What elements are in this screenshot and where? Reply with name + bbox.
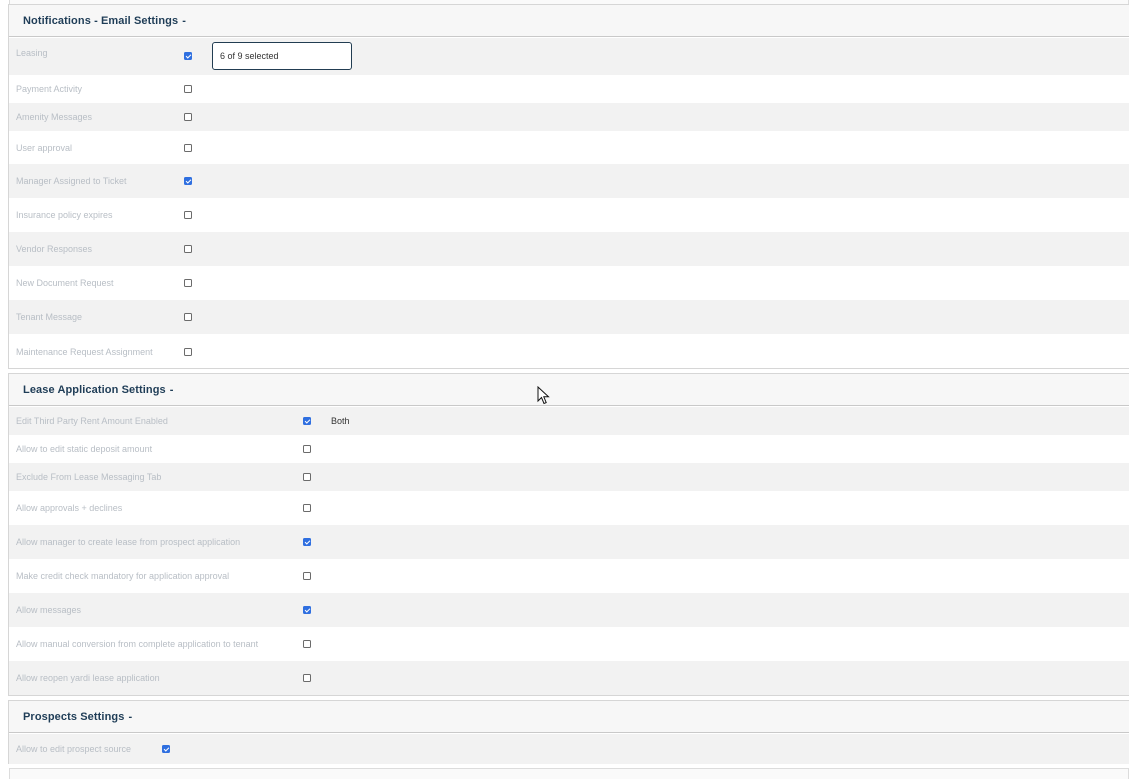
- setting-row-make-credit-check-mandatory-for-application-approval: Make credit check mandatory for applicat…: [9, 559, 1129, 593]
- setting-row-allow-manager-to-create-lease-from-prospect-application: Allow manager to create lease from prosp…: [9, 525, 1129, 559]
- setting-row-allow-to-edit-static-deposit-amount: Allow to edit static deposit amount: [9, 435, 1129, 463]
- setting-label: Vendor Responses: [16, 244, 93, 254]
- setting-label: Allow reopen yardi lease application: [16, 673, 160, 683]
- setting-row-maintenance-request-assignment: Maintenance Request Assignment: [9, 334, 1129, 370]
- setting-label: Make credit check mandatory for applicat…: [16, 571, 230, 581]
- setting-label: Maintenance Request Assignment: [16, 347, 153, 357]
- notifications-email-settings-panel: Notifications - Email Settings - Leasing…: [8, 4, 1129, 369]
- setting-label: Insurance policy expires: [16, 210, 113, 220]
- lease-application-section-title: Lease Application Settings: [23, 383, 166, 396]
- setting-row-insurance-policy-expires: Insurance policy expires: [9, 198, 1129, 232]
- notifications-section-header[interactable]: Notifications - Email Settings -: [9, 5, 1129, 37]
- checkbox-manager-assigned-to-ticket[interactable]: [184, 177, 192, 185]
- setting-row-payment-activity: Payment Activity: [9, 75, 1129, 103]
- setting-row-manager-assigned-to-ticket: Manager Assigned to Ticket: [9, 164, 1129, 198]
- setting-row-allow-to-edit-prospect-source: Allow to edit prospect source: [9, 734, 1129, 764]
- lease-application-collapse-toggle[interactable]: -: [170, 384, 174, 396]
- setting-label: Allow manual conversion from complete ap…: [16, 639, 259, 649]
- setting-row-user-approval: User approval: [9, 131, 1129, 164]
- setting-row-edit-third-party-rent-amount-enabled: Edit Third Party Rent Amount Enabled Both: [9, 407, 1129, 435]
- next-section-edge: [9, 768, 1129, 779]
- setting-row-leasing: Leasing 6 of 9 selected: [9, 38, 1129, 75]
- prospects-section-header[interactable]: Prospects Settings -: [9, 701, 1129, 733]
- prospects-settings-panel: Prospects Settings - Allow to edit prosp…: [8, 700, 1129, 764]
- setting-label: Manager Assigned to Ticket: [16, 176, 127, 186]
- leasing-recipients-multiselect[interactable]: 6 of 9 selected: [212, 42, 352, 70]
- checkbox-insurance-policy-expires[interactable]: [184, 211, 192, 219]
- checkbox-amenity-messages[interactable]: [184, 113, 192, 121]
- checkbox-tenant-message[interactable]: [184, 313, 192, 321]
- checkbox-allow-manager-to-create-lease-from-prospect-application[interactable]: [303, 538, 311, 546]
- setting-row-allow-messages: Allow messages: [9, 593, 1129, 627]
- setting-label: New Document Request: [16, 278, 114, 288]
- checkbox-new-document-request[interactable]: [184, 279, 192, 287]
- checkbox-vendor-responses[interactable]: [184, 245, 192, 253]
- notifications-collapse-toggle[interactable]: -: [182, 15, 186, 27]
- setting-label: Payment Activity: [16, 84, 83, 94]
- setting-row-tenant-message: Tenant Message: [9, 300, 1129, 334]
- setting-label: Amenity Messages: [16, 112, 93, 122]
- checkbox-allow-manual-conversion-from-complete-application-to-tenant[interactable]: [303, 640, 311, 648]
- setting-label: Tenant Message: [16, 312, 83, 322]
- setting-row-exclude-from-lease-messaging-tab: Exclude From Lease Messaging Tab: [9, 463, 1129, 491]
- setting-row-amenity-messages: Amenity Messages: [9, 103, 1129, 131]
- lease-application-settings-panel: Lease Application Settings - Edit Third …: [8, 373, 1129, 696]
- checkbox-make-credit-check-mandatory-for-application-approval[interactable]: [303, 572, 311, 580]
- prospects-section-title: Prospects Settings: [23, 710, 125, 723]
- setting-label: Allow manager to create lease from prosp…: [16, 537, 241, 547]
- setting-label: User approval: [16, 142, 73, 153]
- checkbox-user-approval[interactable]: [184, 143, 192, 152]
- checkbox-allow-approvals-declines[interactable]: [303, 504, 311, 512]
- setting-label: Edit Third Party Rent Amount Enabled: [16, 416, 168, 426]
- notifications-section-title: Notifications - Email Settings: [23, 14, 179, 27]
- checkbox-exclude-from-lease-messaging-tab[interactable]: [303, 473, 311, 481]
- checkbox-allow-reopen-yardi-lease-application[interactable]: [303, 674, 311, 682]
- checkbox-leasing[interactable]: [184, 52, 192, 60]
- third-party-rent-mode-value: Both: [331, 416, 350, 426]
- setting-row-allow-manual-conversion-from-complete-application-to-tenant: Allow manual conversion from complete ap…: [9, 627, 1129, 661]
- setting-row-allow-reopen-yardi-lease-application: Allow reopen yardi lease application: [9, 661, 1129, 695]
- setting-label: Exclude From Lease Messaging Tab: [16, 472, 162, 482]
- setting-row-allow-approvals-declines: Allow approvals + declines: [9, 491, 1129, 525]
- setting-label: Allow messages: [16, 605, 82, 615]
- setting-label: Leasing: [16, 48, 48, 58]
- checkbox-maintenance-request-assignment[interactable]: [184, 348, 192, 356]
- prospects-collapse-toggle[interactable]: -: [128, 711, 132, 723]
- mouse-pointer-icon: [537, 386, 550, 405]
- setting-label: Allow approvals + declines: [16, 503, 123, 513]
- setting-row-new-document-request: New Document Request: [9, 266, 1129, 300]
- setting-row-vendor-responses: Vendor Responses: [9, 232, 1129, 266]
- lease-application-section-header[interactable]: Lease Application Settings -: [9, 374, 1129, 406]
- checkbox-edit-third-party-rent-amount-enabled[interactable]: [303, 417, 311, 425]
- setting-label: Allow to edit prospect source: [16, 744, 132, 754]
- setting-label: Allow to edit static deposit amount: [16, 444, 153, 454]
- checkbox-allow-to-edit-static-deposit-amount[interactable]: [303, 445, 311, 453]
- checkbox-allow-messages[interactable]: [303, 606, 311, 614]
- checkbox-payment-activity[interactable]: [184, 85, 192, 93]
- checkbox-allow-to-edit-prospect-source[interactable]: [162, 745, 170, 753]
